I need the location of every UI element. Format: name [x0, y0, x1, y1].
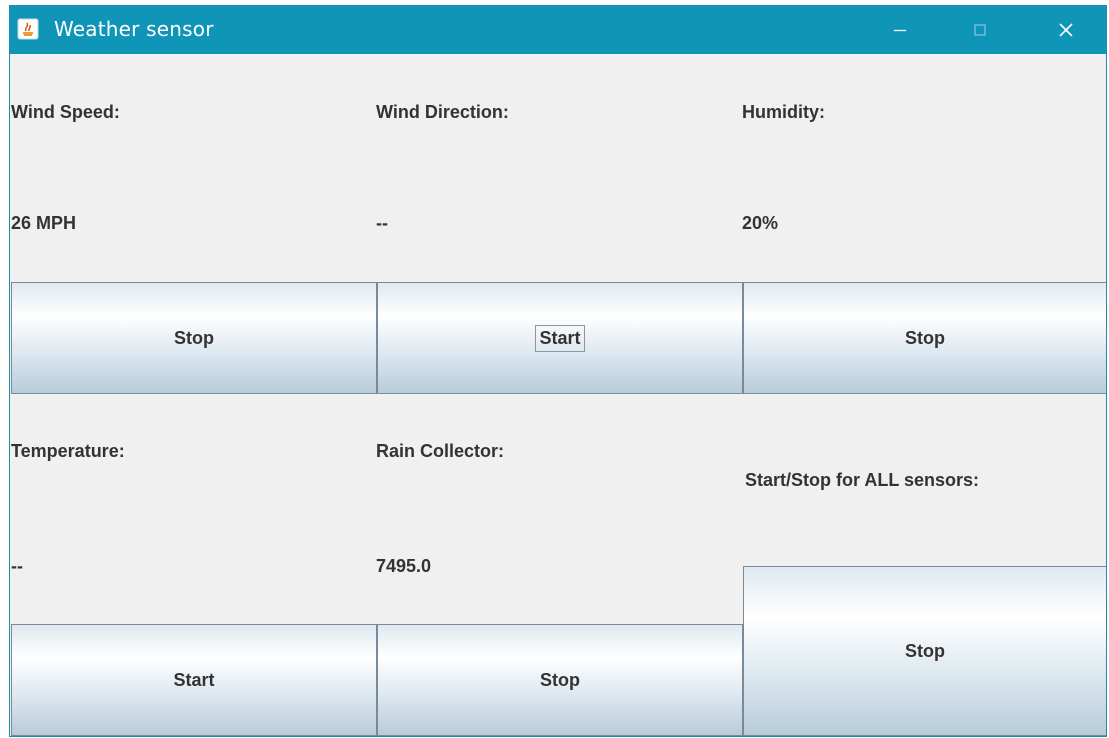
- wind-direction-value: --: [376, 213, 388, 233]
- rain-collector-value: 7495.0: [376, 556, 432, 576]
- all-sensors-button-label: Stop: [905, 640, 945, 661]
- wind-direction-button-label: Start: [535, 324, 585, 352]
- temperature-value: --: [11, 556, 23, 576]
- rain-collector-button-label: Stop: [540, 669, 580, 690]
- close-icon: [1059, 23, 1073, 37]
- wind-direction-start-button[interactable]: Start: [377, 282, 743, 394]
- close-button[interactable]: [1040, 6, 1092, 54]
- wind-speed-stop-button[interactable]: Stop: [11, 282, 377, 394]
- rain-collector-label: Rain Collector:: [376, 441, 505, 461]
- temperature-label: Temperature:: [11, 441, 125, 461]
- humidity-value: 20%: [742, 213, 779, 233]
- rain-collector-stop-button[interactable]: Stop: [377, 624, 743, 736]
- temperature-start-button[interactable]: Start: [11, 624, 377, 736]
- all-sensors-stop-button[interactable]: Stop: [743, 566, 1106, 736]
- maximize-icon: [974, 24, 986, 36]
- window-title: Weather sensor: [54, 17, 214, 41]
- all-sensors-label: Start/Stop for ALL sensors:: [745, 470, 980, 490]
- temperature-button-label: Start: [173, 669, 215, 690]
- title-bar[interactable]: Weather sensor: [10, 6, 1106, 54]
- humidity-stop-button[interactable]: Stop: [743, 282, 1106, 394]
- humidity-button-label: Stop: [905, 327, 945, 348]
- wind-direction-label: Wind Direction:: [376, 102, 509, 122]
- maximize-button[interactable]: [954, 6, 1006, 54]
- minimize-button[interactable]: [874, 6, 926, 54]
- humidity-label: Humidity:: [742, 102, 825, 122]
- weather-sensor-window: Weather sensor Wind Speed: Wind Directio…: [10, 6, 1106, 736]
- wind-speed-label: Wind Speed:: [11, 102, 120, 122]
- java-app-icon: [17, 18, 39, 40]
- wind-speed-value: 26 MPH: [11, 213, 77, 233]
- wind-speed-button-label: Stop: [174, 327, 214, 348]
- minimize-icon: [894, 29, 906, 32]
